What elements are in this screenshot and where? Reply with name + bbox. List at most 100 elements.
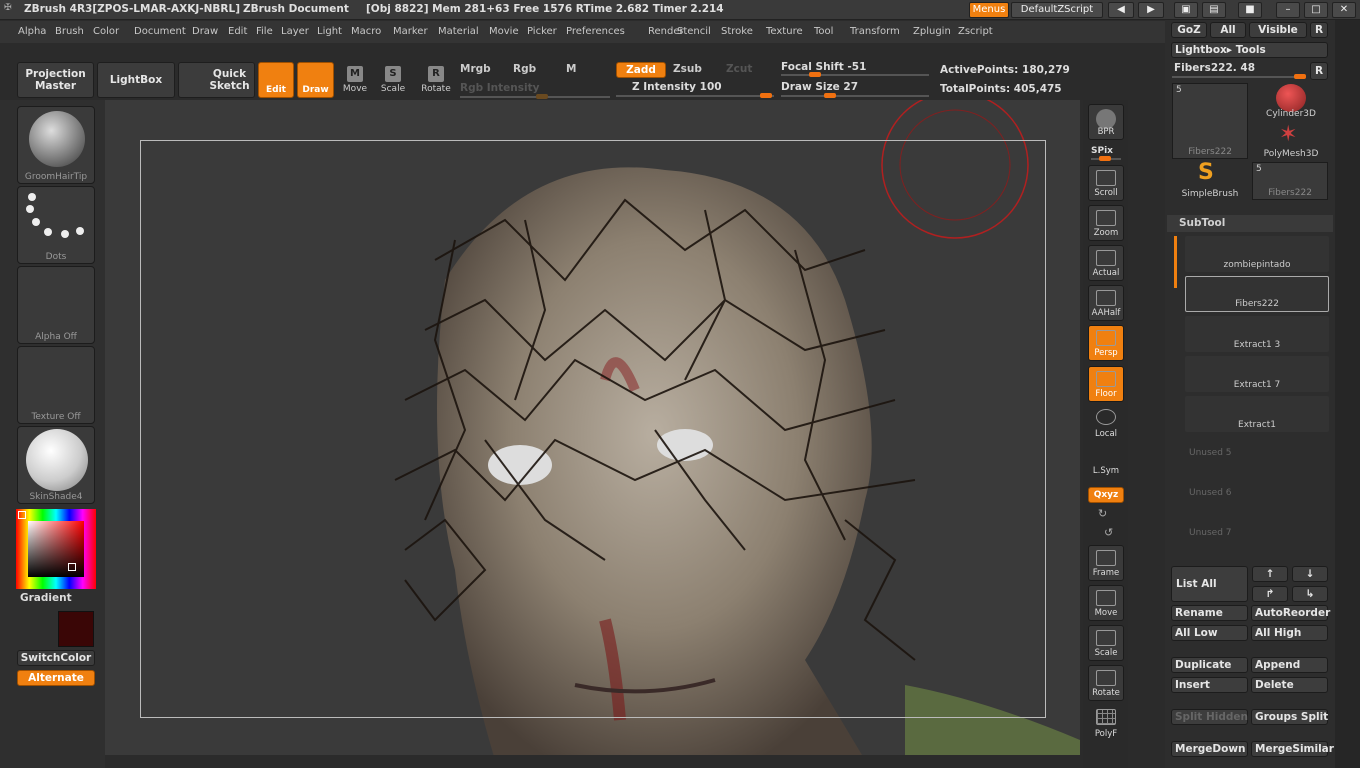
menu-alpha[interactable]: Alpha xyxy=(18,26,46,37)
secondary-color-swatch[interactable] xyxy=(58,611,94,647)
spix-slider[interactable]: SPix xyxy=(1091,146,1113,156)
rotate-button[interactable]: R Rotate xyxy=(418,60,454,100)
scroll-left-icon[interactable]: ◀ xyxy=(1108,2,1134,18)
brush-thumbnail[interactable]: GroomHairTip xyxy=(17,106,95,184)
simplebrush-label[interactable]: SimpleBrush xyxy=(1172,189,1248,199)
mergedown-button[interactable]: MergeDown xyxy=(1171,741,1248,757)
r-tool-button[interactable]: R xyxy=(1310,62,1328,80)
edit-button[interactable]: Edit xyxy=(258,62,294,98)
right-scroll-tray[interactable] xyxy=(1335,20,1360,768)
append-button[interactable]: Append xyxy=(1251,657,1328,673)
all-button[interactable]: All xyxy=(1210,22,1246,38)
local-button[interactable]: Local xyxy=(1088,405,1124,441)
move-down-icon[interactable]: ↓ xyxy=(1292,566,1328,582)
tool-slot-fibers-2[interactable]: 5 Fibers222 xyxy=(1252,162,1328,200)
texture-thumbnail[interactable]: Texture Off xyxy=(17,346,95,424)
polymesh3d-label[interactable]: PolyMesh3D xyxy=(1252,149,1330,159)
menu-zscript[interactable]: Zscript xyxy=(958,26,993,37)
frame-button[interactable]: Frame xyxy=(1088,545,1124,581)
menu-brush[interactable]: Brush xyxy=(55,26,84,37)
rgb-intensity-track[interactable] xyxy=(460,94,610,99)
goz-button[interactable]: GoZ xyxy=(1171,22,1207,38)
lightbox-tools-button[interactable]: Lightbox▸ Tools xyxy=(1171,42,1328,58)
insert-button[interactable]: Insert xyxy=(1171,677,1248,693)
autoreorder-button[interactable]: AutoReorder xyxy=(1251,605,1330,621)
move-view-button[interactable]: Move xyxy=(1088,585,1124,621)
layout-icon[interactable]: ▣ xyxy=(1174,2,1198,18)
menu-picker[interactable]: Picker xyxy=(527,26,557,37)
polymesh3d-icon[interactable]: ✶ xyxy=(1279,124,1297,146)
scroll-right-icon[interactable]: ▶ xyxy=(1138,2,1164,18)
actual-button[interactable]: Actual xyxy=(1088,245,1124,281)
menu-texture[interactable]: Texture xyxy=(766,26,803,37)
menus-button[interactable]: Menus xyxy=(969,2,1009,18)
projection-master-button[interactable]: Projection Master xyxy=(17,62,94,98)
scale-button[interactable]: S Scale xyxy=(375,60,411,100)
menu-light[interactable]: Light xyxy=(317,26,342,37)
subtool-item[interactable]: Extract1 3 xyxy=(1185,316,1329,352)
zcut-button[interactable]: Zcut xyxy=(726,63,752,75)
simplebrush-icon[interactable]: S xyxy=(1198,162,1214,184)
layout-alt-icon[interactable]: ▤ xyxy=(1202,2,1226,18)
subtool-header[interactable]: SubTool xyxy=(1167,215,1333,232)
menu-stencil[interactable]: Stencil xyxy=(677,26,711,37)
delete-button[interactable]: Delete xyxy=(1251,677,1328,693)
m-button[interactable]: M xyxy=(566,63,576,75)
rename-button[interactable]: Rename xyxy=(1171,605,1248,621)
mergesimilar-button[interactable]: MergeSimilar xyxy=(1251,741,1334,757)
zsub-button[interactable]: Zsub xyxy=(673,63,702,75)
subtool-item[interactable]: zombiepintado xyxy=(1185,236,1329,272)
cylinder3d-icon[interactable] xyxy=(1276,84,1306,112)
tool-slot-fibers[interactable]: 5 Fibers222 xyxy=(1172,83,1248,159)
subtool-scrollbar[interactable] xyxy=(1174,236,1177,288)
menu-tool[interactable]: Tool xyxy=(814,26,833,37)
draw-size-slider[interactable]: Draw Size 27 xyxy=(781,81,858,93)
persp-button[interactable]: Persp xyxy=(1088,325,1124,361)
move-up-icon[interactable]: ↑ xyxy=(1252,566,1288,582)
list-all-button[interactable]: List All xyxy=(1171,566,1248,602)
groups-split-button[interactable]: Groups Split xyxy=(1251,709,1328,725)
lightbox-button[interactable]: LightBox xyxy=(97,62,175,98)
subtool-item[interactable]: Extract1 7 xyxy=(1185,356,1329,392)
bpr-button[interactable]: BPR xyxy=(1088,104,1124,140)
lock-icon[interactable]: ■ xyxy=(1238,2,1262,18)
menu-material[interactable]: Material xyxy=(438,26,479,37)
minimize-icon[interactable]: – xyxy=(1276,2,1300,18)
all-high-button[interactable]: All High xyxy=(1251,625,1328,641)
rgb-button[interactable]: Rgb xyxy=(513,63,536,75)
stroke-thumbnail[interactable]: Dots xyxy=(17,186,95,264)
menu-layer[interactable]: Layer xyxy=(281,26,309,37)
scale-view-button[interactable]: Scale xyxy=(1088,625,1124,661)
rotate-y-icon[interactable]: ↻ xyxy=(1098,507,1107,520)
alpha-thumbnail[interactable]: Alpha Off xyxy=(17,266,95,344)
menu-stroke[interactable]: Stroke xyxy=(721,26,753,37)
gradient-label[interactable]: Gradient xyxy=(20,592,72,604)
duplicate-button[interactable]: Duplicate xyxy=(1171,657,1248,673)
spix-track[interactable] xyxy=(1091,156,1121,161)
menu-file[interactable]: File xyxy=(256,26,273,37)
menu-preferences[interactable]: Preferences xyxy=(566,26,625,37)
menu-zplugin[interactable]: Zplugin xyxy=(913,26,951,37)
all-low-button[interactable]: All Low xyxy=(1171,625,1248,641)
switchcolor-button[interactable]: SwitchColor xyxy=(17,650,95,666)
draw-button[interactable]: Draw xyxy=(297,62,334,98)
aahalf-button[interactable]: AAHalf xyxy=(1088,285,1124,321)
current-tool-name[interactable]: Fibers222. 48 xyxy=(1174,62,1255,74)
default-zscript-button[interactable]: DefaultZScript xyxy=(1011,2,1103,18)
polyf-button[interactable]: PolyF xyxy=(1088,705,1124,741)
menu-movie[interactable]: Movie xyxy=(489,26,519,37)
z-intensity-slider[interactable]: Z Intensity 100 xyxy=(632,81,722,93)
zadd-button[interactable]: Zadd xyxy=(616,62,666,78)
rotate-view-button[interactable]: Rotate xyxy=(1088,665,1124,701)
move-button[interactable]: M Move xyxy=(337,60,373,100)
rgb-intensity-slider[interactable]: Rgb Intensity xyxy=(460,82,539,94)
xyz-button[interactable]: Qxyz xyxy=(1088,487,1124,503)
menu-edit[interactable]: Edit xyxy=(228,26,247,37)
subtool-item[interactable]: Extract1 xyxy=(1185,396,1329,432)
move-up-arrow-icon[interactable]: ↱ xyxy=(1252,586,1288,602)
z-intensity-track[interactable] xyxy=(616,93,774,98)
rotate-z-icon[interactable]: ↺ xyxy=(1104,526,1113,539)
r-button[interactable]: R xyxy=(1310,22,1328,38)
menu-macro[interactable]: Macro xyxy=(351,26,381,37)
subtool-item[interactable]: Fibers222 xyxy=(1185,276,1329,312)
